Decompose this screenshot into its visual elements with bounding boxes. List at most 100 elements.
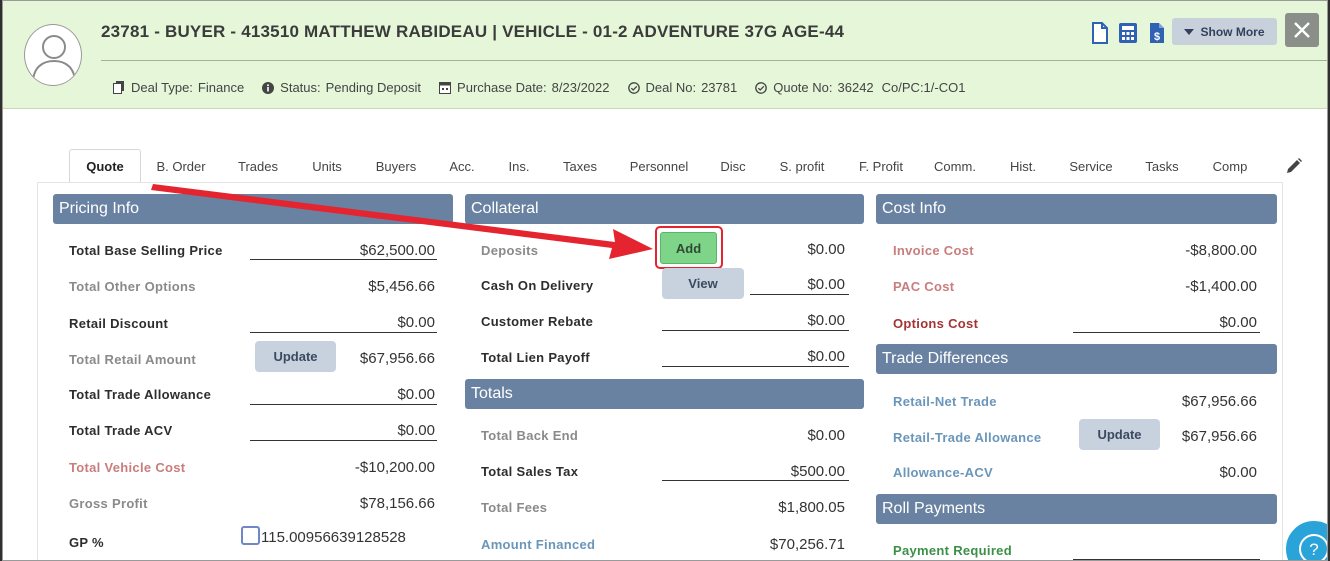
calculator-icon[interactable]	[1117, 21, 1139, 45]
calendar-icon	[439, 81, 452, 94]
tab-comm[interactable]: Comm.	[919, 149, 991, 183]
underline	[662, 330, 849, 331]
gross-profit-label: Gross Profit	[69, 496, 148, 511]
deal-meta-bar: Deal Type: Finance Status: Pending Depos…	[113, 80, 983, 95]
pac-cost-label: PAC Cost	[893, 279, 955, 294]
cash-on-delivery-input[interactable]: $0.00	[807, 276, 845, 293]
update-retail-button[interactable]: Update	[255, 341, 336, 372]
total-lien-payoff-input[interactable]: $0.00	[807, 348, 845, 365]
documents-icon	[113, 81, 125, 94]
deal-status: Status: Pending Deposit	[262, 80, 421, 95]
check-circle-icon	[755, 81, 768, 94]
gp-percent-label: GP %	[69, 535, 104, 550]
underline	[1073, 332, 1260, 333]
options-cost-label: Options Cost	[893, 316, 979, 331]
deal-number: Deal No: 23781	[627, 80, 737, 95]
amount-financed-value: $70,256.71	[769, 536, 845, 553]
pricing-info-header: Pricing Info	[53, 194, 453, 224]
collateral-header: Collateral	[465, 194, 864, 224]
deal-modal: 23781 - BUYER - 413510 MATTHEW RABIDEAU …	[2, 0, 1328, 561]
gp-percent-value: 115.00956639128528	[261, 529, 406, 546]
info-icon	[262, 81, 275, 94]
total-sales-tax-input[interactable]: $500.00	[791, 463, 845, 480]
help-button[interactable]: ?	[1283, 518, 1327, 560]
edit-pencil-icon[interactable]	[1285, 157, 1303, 180]
total-sales-tax-label: Total Sales Tax	[481, 464, 579, 479]
tab-quote[interactable]: Quote	[69, 149, 141, 183]
invoice-cost-label: Invoice Cost	[893, 243, 974, 258]
gross-profit-value: $78,156.66	[359, 495, 435, 512]
customer-rebate-label: Customer Rebate	[481, 314, 594, 329]
trade-differences-header: Trade Differences	[876, 344, 1277, 374]
show-more-button[interactable]: Show More	[1172, 18, 1277, 45]
customer-rebate-input[interactable]: $0.00	[807, 312, 845, 329]
pac-cost-value: -$1,400.00	[1185, 278, 1257, 295]
total-back-end-value: $0.00	[807, 427, 845, 444]
underline	[250, 440, 437, 441]
tab-personnel[interactable]: Personnel	[613, 149, 705, 183]
view-cod-button[interactable]: View	[662, 268, 744, 299]
question-icon: ?	[1299, 534, 1327, 560]
total-fees-value: $1,800.05	[778, 499, 845, 516]
total-trade-allowance-label: Total Trade Allowance	[69, 387, 212, 402]
retail-trade-allowance-label: Retail-Trade Allowance	[893, 430, 1042, 445]
total-base-selling-price-input[interactable]: $62,500.00	[360, 242, 435, 259]
total-trade-acv-input[interactable]: $0.00	[397, 422, 435, 439]
underline	[662, 366, 849, 367]
gp-percent-checkbox[interactable]	[241, 526, 260, 545]
total-other-options-value: $5,456.66	[368, 278, 435, 295]
tab-units[interactable]: Units	[295, 149, 359, 183]
total-vehicle-cost-label: Total Vehicle Cost	[69, 460, 186, 475]
tab-s-profit[interactable]: S. profit	[761, 149, 843, 183]
tab-ins[interactable]: Ins.	[491, 149, 547, 183]
retail-net-trade-value: $67,956.66	[1181, 393, 1257, 410]
retail-discount-label: Retail Discount	[69, 316, 169, 331]
invoice-cost-value: -$8,800.00	[1185, 242, 1257, 259]
header-divider	[101, 60, 1327, 61]
payment-required-input[interactable]	[1073, 559, 1260, 560]
retail-trade-allowance-value: $67,956.66	[1181, 428, 1257, 445]
update-trade-button[interactable]: Update	[1079, 419, 1160, 450]
total-vehicle-cost-value: -$10,200.00	[354, 459, 435, 476]
purchase-date: Purchase Date: 8/23/2022	[439, 80, 610, 95]
caret-down-icon	[1184, 28, 1195, 35]
svg-text:$: $	[1154, 31, 1160, 43]
cash-on-delivery-label: Cash On Delivery	[481, 278, 594, 293]
tab-f-profit[interactable]: F. Profit	[843, 149, 919, 183]
total-trade-acv-label: Total Trade ACV	[69, 423, 173, 438]
payment-required-label: Payment Required	[893, 543, 1012, 558]
svg-text:?: ?	[1309, 540, 1318, 559]
tab-disc[interactable]: Disc	[705, 149, 761, 183]
tab-trades[interactable]: Trades	[221, 149, 295, 183]
check-circle-icon	[627, 81, 640, 94]
tab-tasks[interactable]: Tasks	[1127, 149, 1197, 183]
total-trade-allowance-input[interactable]: $0.00	[397, 386, 435, 403]
tab-service[interactable]: Service	[1055, 149, 1127, 183]
tab-buyers[interactable]: Buyers	[359, 149, 433, 183]
amount-financed-label[interactable]: Amount Financed	[481, 537, 595, 552]
invoice-dollar-icon[interactable]: $	[1146, 21, 1168, 45]
total-fees-label: Total Fees	[481, 500, 548, 515]
close-button[interactable]	[1285, 13, 1319, 47]
allowance-acv-label: Allowance-ACV	[893, 465, 993, 480]
tab-comp[interactable]: Comp	[1197, 149, 1263, 183]
total-retail-amount-label: Total Retail Amount	[69, 352, 197, 367]
deposits-label: Deposits	[481, 243, 539, 258]
document-icon[interactable]	[1089, 21, 1111, 45]
total-other-options-label: Total Other Options	[69, 279, 196, 294]
quote-number: Quote No: 36242 Co/PC:1/-CO1	[755, 80, 965, 95]
underline	[250, 404, 437, 405]
total-base-selling-price-label: Total Base Selling Price	[69, 243, 223, 258]
underline	[250, 259, 437, 260]
retail-discount-input[interactable]: $0.00	[397, 314, 435, 331]
copc-code: Co/PC:1/-CO1	[881, 80, 966, 95]
tab-acc[interactable]: Acc.	[433, 149, 491, 183]
deal-header: 23781 - BUYER - 413510 MATTHEW RABIDEAU …	[3, 1, 1327, 109]
tab-b-order[interactable]: B. Order	[141, 149, 221, 183]
options-cost-input[interactable]: $0.00	[1219, 314, 1257, 331]
tab-taxes[interactable]: Taxes	[547, 149, 613, 183]
tab-hist[interactable]: Hist.	[991, 149, 1055, 183]
allowance-acv-value: $0.00	[1219, 464, 1257, 481]
deposits-value: $0.00	[807, 241, 845, 258]
totals-header: Totals	[465, 379, 864, 409]
